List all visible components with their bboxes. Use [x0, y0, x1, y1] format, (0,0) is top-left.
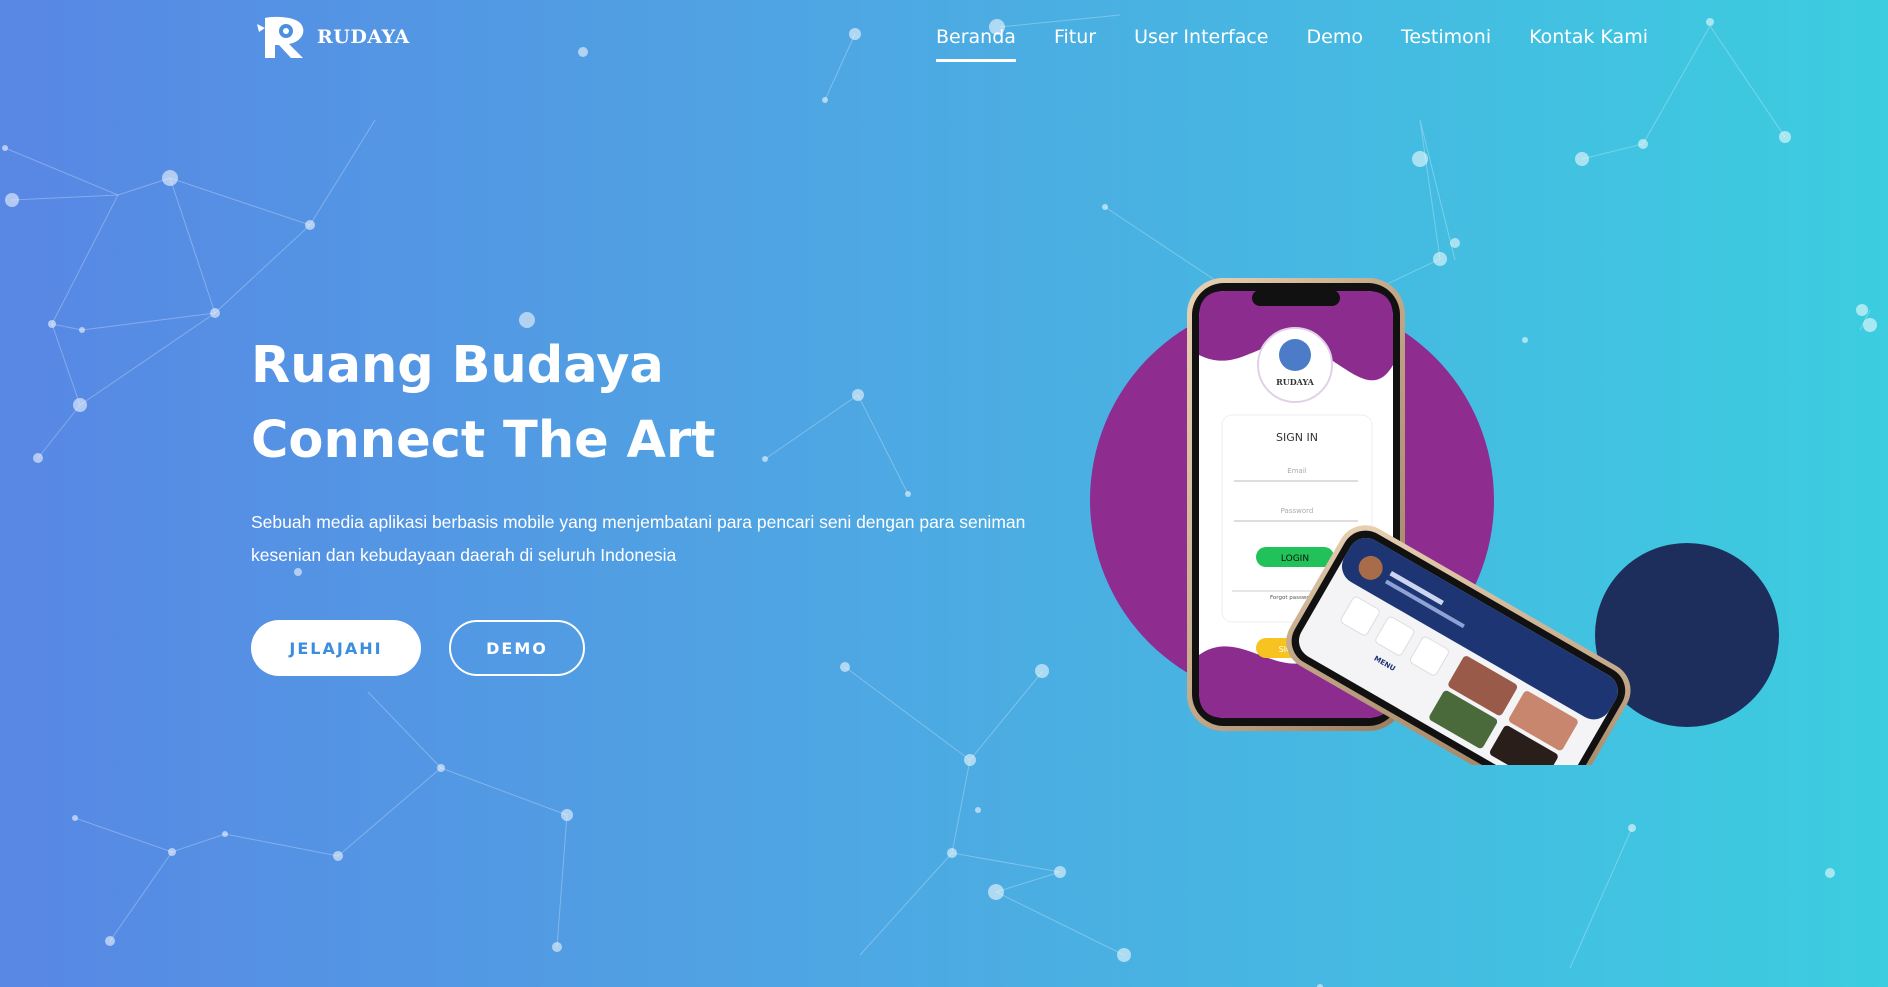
- nav-item-beranda[interactable]: Beranda: [936, 26, 1016, 62]
- main-nav: Beranda Fitur User Interface Demo Testim…: [936, 26, 1648, 62]
- phone-login-button: LOGIN: [1281, 554, 1309, 564]
- jelajahi-button[interactable]: JELAJAHI: [251, 620, 421, 676]
- demo-button[interactable]: DEMO: [449, 620, 585, 676]
- rudaya-logo-icon: [257, 16, 304, 58]
- nav-item-demo[interactable]: Demo: [1307, 26, 1363, 62]
- nav-item-testimoni[interactable]: Testimoni: [1401, 26, 1491, 62]
- phone-password-placeholder: Password: [1281, 507, 1314, 515]
- nav-item-fitur[interactable]: Fitur: [1054, 26, 1096, 62]
- nav-item-user-interface[interactable]: User Interface: [1134, 26, 1268, 62]
- hero-title-line-2: Connect The Art: [251, 411, 716, 470]
- hero-section: RUDAYA Beranda Fitur User Interface Demo…: [0, 0, 1888, 987]
- phone-sign-in-title: SIGN IN: [1276, 431, 1318, 444]
- hero-title: Ruang Budaya Connect The Art: [251, 328, 715, 478]
- hero-description: Sebuah media aplikasi berbasis mobile ya…: [251, 512, 1026, 565]
- brand-name: RUDAYA: [317, 26, 410, 48]
- phone-email-placeholder: Email: [1287, 467, 1306, 475]
- brand-logo[interactable]: RUDAYA: [255, 14, 410, 60]
- hero-title-line-1: Ruang Budaya: [251, 336, 664, 395]
- phone-mockup-illustration: RUDAYA SIGN IN Email Password LOGIN Forg…: [1090, 278, 1779, 765]
- phone-app-name: RUDAYA: [1276, 377, 1315, 387]
- nav-item-kontak-kami[interactable]: Kontak Kami: [1529, 26, 1648, 62]
